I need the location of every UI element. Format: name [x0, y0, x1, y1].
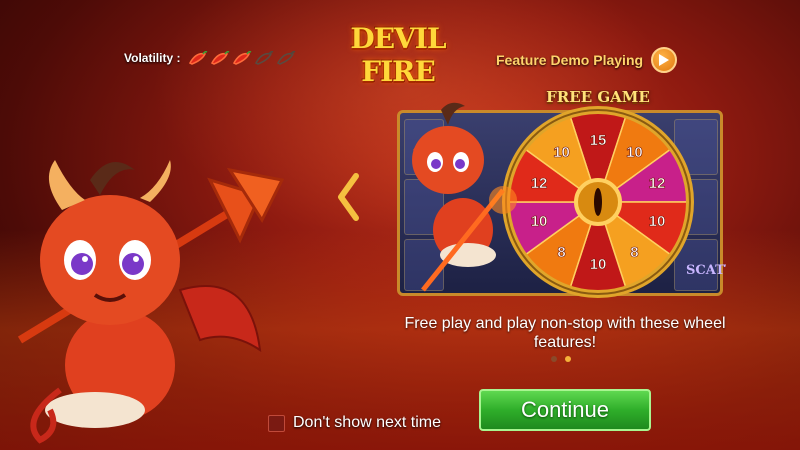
play-icon[interactable]	[651, 47, 678, 73]
devil-mascot	[17, 160, 285, 444]
dont-show-toggle[interactable]: Don't show next time	[268, 413, 441, 433]
volatility-meter: Volatility :	[124, 48, 296, 68]
previous-arrow-icon[interactable]	[336, 172, 360, 222]
continue-button[interactable]: Continue	[479, 389, 651, 431]
feature-demo-label: Feature Demo Playing	[496, 52, 644, 68]
wheel-segment-label: 8	[557, 244, 565, 261]
wheel-segment-label: 10	[590, 256, 607, 273]
wheel-segment-label: 10	[649, 213, 666, 230]
carousel-pagination	[551, 356, 571, 362]
pepper-empty-icon	[277, 51, 296, 65]
feature-caption: Free play and play non-stop with these w…	[404, 315, 726, 351]
dont-show-label: Don't show next time	[293, 414, 442, 431]
volatility-label: Volatility :	[124, 51, 181, 65]
pepper-filled-icon	[211, 51, 230, 65]
wheel-segment-label: 10	[553, 144, 570, 161]
feature-preview: SCATTER 151012108108101210 FREE GAME	[393, 90, 726, 298]
game-intro-screen: Volatility : DEVIL FIRE Feature Demo Pla…	[0, 0, 800, 450]
pagination-dot[interactable]	[551, 356, 557, 362]
pepper-filled-icon	[233, 51, 252, 65]
free-game-banner: FREE GAME	[546, 90, 650, 106]
devil-mascot-small	[412, 102, 517, 292]
pagination-dot[interactable]	[565, 356, 571, 362]
game-logo: DEVIL FIRE	[350, 22, 446, 88]
wheel-segment-label: 12	[649, 175, 666, 192]
pepper-empty-icon	[255, 51, 274, 65]
volatility-peppers	[188, 50, 296, 66]
pepper-filled-icon	[189, 51, 208, 65]
dont-show-checkbox[interactable]	[268, 414, 285, 432]
wheel-segment-label: 8	[630, 244, 638, 261]
wheel-segment-label: 10	[626, 144, 643, 161]
feature-demo-indicator[interactable]: Feature Demo Playing	[496, 46, 678, 74]
wheel-segment-label: 15	[590, 132, 607, 149]
